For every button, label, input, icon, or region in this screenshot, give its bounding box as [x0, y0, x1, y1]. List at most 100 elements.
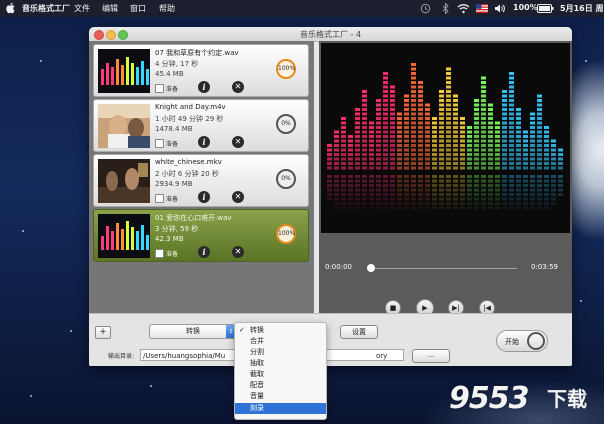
equalizer-reflection	[348, 197, 353, 201]
bluetooth-icon[interactable]	[440, 3, 451, 14]
equalizer-reflection	[495, 197, 500, 201]
equalizer-cell	[488, 153, 493, 156]
equalizer-cell	[495, 162, 500, 165]
menu-item-split[interactable]: 分割	[235, 347, 326, 358]
menu-item-clip[interactable]: 截取	[235, 369, 326, 380]
volume-icon[interactable]	[494, 3, 505, 14]
equalizer-reflection	[425, 193, 430, 196]
menu-window[interactable]: 窗口	[130, 3, 146, 14]
equalizer-cell	[453, 166, 458, 170]
equalizer-reflection	[537, 179, 542, 183]
menu-item-merge[interactable]: 合并	[235, 336, 326, 347]
equalizer-cell	[411, 85, 416, 89]
menu-item-extract[interactable]: 抽取	[235, 358, 326, 369]
equalizer-cell	[502, 148, 507, 152]
equalizer-reflection	[425, 206, 430, 210]
equalizer-cell	[327, 148, 332, 152]
add-file-button[interactable]: +	[95, 326, 111, 339]
wifi-icon[interactable]	[457, 3, 470, 14]
battery-icon[interactable]	[537, 4, 554, 13]
equalizer-cell	[397, 157, 402, 161]
equalizer-reflection	[425, 175, 430, 178]
remove-button[interactable]: ✕	[232, 81, 244, 93]
equalizer-cell	[383, 157, 388, 161]
file-item[interactable]: 07 我和草原有个约定.wav 4 分钟, 17 秒 45.4 MB 准备 i …	[93, 44, 309, 97]
equalizer-cell	[383, 99, 388, 102]
seek-knob[interactable]	[367, 264, 375, 272]
menu-app-name[interactable]: 音乐格式工厂	[22, 3, 70, 14]
info-button[interactable]: i	[198, 246, 210, 258]
equalizer-cell	[537, 162, 542, 165]
file-item[interactable]: Knight and Day.m4v 1 小时 49 分钟 29 秒 1478.…	[93, 99, 309, 152]
equalizer-cell	[516, 148, 521, 152]
equalizer-cell	[362, 90, 367, 93]
ready-checkbox[interactable]	[155, 139, 164, 148]
equalizer-cell	[418, 103, 423, 107]
us-flag-icon[interactable]	[476, 4, 488, 13]
menu-edit[interactable]: 编辑	[102, 3, 118, 14]
equalizer-cell	[558, 148, 563, 152]
time-machine-icon[interactable]	[420, 3, 431, 14]
equalizer-cell	[537, 144, 542, 147]
equalizer-cell	[523, 130, 528, 134]
ready-checkbox[interactable]	[155, 249, 164, 258]
start-button[interactable]: 开始	[496, 330, 548, 352]
remove-button[interactable]: ✕	[232, 191, 244, 203]
equalizer-reflection	[481, 202, 486, 205]
menu-file[interactable]: 文件	[74, 3, 90, 14]
file-list[interactable]: 07 我和草原有个约定.wav 4 分钟, 17 秒 45.4 MB 准备 i …	[89, 41, 314, 313]
equalizer-cell	[446, 166, 451, 170]
equalizer-reflection	[516, 179, 521, 183]
star	[150, 385, 152, 387]
menu-item-volume[interactable]: 音量	[235, 391, 326, 402]
equalizer-cell	[446, 153, 451, 156]
app-window: 音乐格式工厂 - 4 07 我和草原有个约定.wav 4 分钟, 17 秒 45…	[89, 27, 572, 366]
info-button[interactable]: i	[198, 136, 210, 148]
equalizer-cell	[453, 148, 458, 152]
equalizer-cell	[537, 139, 542, 143]
equalizer-reflection	[460, 202, 465, 205]
equalizer-cell	[516, 126, 521, 129]
menu-item-dub[interactable]: 配音	[235, 380, 326, 391]
info-button[interactable]: i	[198, 191, 210, 203]
equalizer-cell	[502, 126, 507, 129]
file-item-selected[interactable]: 01 爱你在心口难开.wav 3 分钟, 59 秒 42.3 MB 准备 i ✕…	[93, 209, 309, 262]
equalizer-cell	[488, 162, 493, 165]
info-button[interactable]: i	[198, 81, 210, 93]
remove-button[interactable]: ✕	[232, 136, 244, 148]
star	[22, 230, 24, 232]
equalizer-cell	[397, 112, 402, 116]
video-preview	[321, 43, 570, 233]
menu-item-convert[interactable]: ✓ 转换	[235, 325, 326, 336]
equalizer-cell	[509, 166, 514, 170]
equalizer-cell	[355, 108, 360, 111]
equalizer-reflection	[495, 193, 500, 196]
equalizer-cell	[411, 135, 416, 138]
equalizer-reflection	[481, 179, 486, 183]
equalizer-cell	[390, 99, 395, 102]
mode-select[interactable]: 转换 ⇕	[149, 324, 237, 339]
equalizer-cell	[411, 67, 416, 71]
equalizer-cell	[411, 166, 416, 170]
browse-button[interactable]: ...	[412, 349, 450, 363]
equalizer-cell	[369, 121, 374, 125]
seek-track[interactable]	[371, 268, 517, 269]
equalizer-reflection	[495, 188, 500, 192]
ready-checkbox[interactable]	[155, 194, 164, 203]
file-thumbnail	[98, 104, 150, 148]
settings-button[interactable]: 设置	[340, 325, 378, 339]
clock-date[interactable]: 5月16日 周	[560, 3, 603, 14]
file-item[interactable]: white_chinese.mkv 2 小时 6 分钟 20 秒 2934.9 …	[93, 154, 309, 207]
equalizer-cell	[376, 108, 381, 111]
equalizer-cell	[404, 108, 409, 111]
remove-button[interactable]: ✕	[232, 246, 244, 258]
menu-help[interactable]: 帮助	[159, 3, 175, 14]
equalizer-cell	[425, 144, 430, 147]
equalizer-reflection	[495, 184, 500, 187]
equalizer-cell	[509, 76, 514, 80]
equalizer-cell	[362, 162, 367, 165]
ready-checkbox[interactable]	[155, 84, 164, 93]
apple-icon[interactable]	[6, 2, 16, 14]
menu-item-burn[interactable]: 刻录	[235, 403, 326, 414]
equalizer-cell	[411, 148, 416, 152]
